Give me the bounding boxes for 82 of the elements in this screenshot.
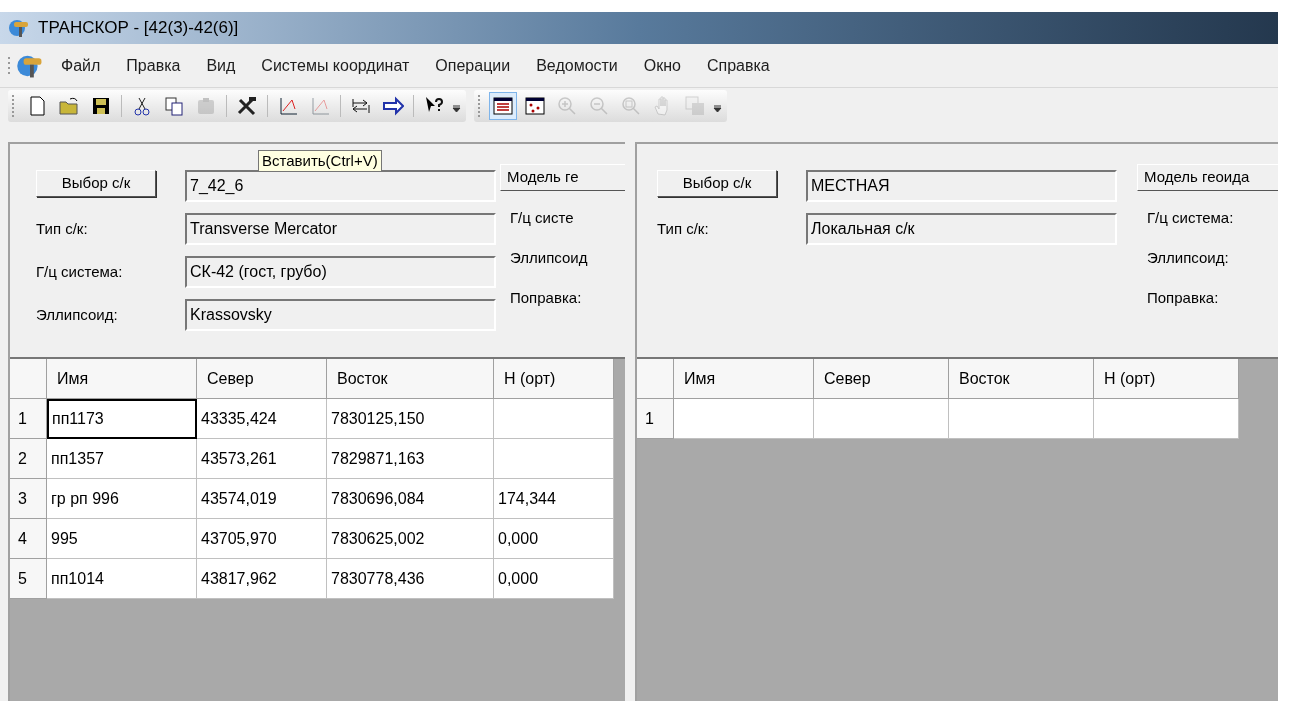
select-button[interactable]: Выбор с/к: [657, 169, 777, 197]
menu-item[interactable]: Системы координат: [248, 53, 423, 78]
table-cell[interactable]: 995: [47, 519, 197, 559]
name-field: 7_42_6: [185, 170, 496, 202]
table-cell[interactable]: 7830696,084: [327, 479, 494, 519]
menu-item[interactable]: Правка: [113, 53, 194, 78]
column-header[interactable]: Имя: [47, 359, 197, 399]
layers-icon: [684, 95, 706, 117]
field-label: Эллипсоид:: [1147, 248, 1230, 268]
field-label: Эллипсоид:: [36, 304, 119, 325]
tooltip: Вставить(Ctrl+V): [258, 150, 382, 172]
row-header[interactable]: 5: [10, 559, 47, 599]
column-header[interactable]: Север: [814, 359, 949, 399]
clipboard-icon: [195, 95, 217, 117]
menu-item[interactable]: Окно: [630, 53, 694, 78]
row-header[interactable]: 3: [10, 479, 47, 519]
row-header[interactable]: 2: [10, 439, 47, 479]
table-cell[interactable]: пп1357: [47, 439, 197, 479]
overflow-chevron-icon[interactable]: [713, 104, 722, 113]
zoom-extent-icon: [620, 95, 642, 117]
window-title: ТРАНСКОР - [42(3)-42(6)]: [38, 17, 239, 40]
column-header[interactable]: Восток: [949, 359, 1094, 399]
table-cell[interactable]: [494, 439, 614, 479]
table-cell[interactable]: 7830778,436: [327, 559, 494, 599]
table-cell[interactable]: 7829871,163: [327, 439, 494, 479]
table-cell[interactable]: [494, 399, 614, 439]
grip-icon: [8, 54, 12, 77]
table-cell[interactable]: 43817,962: [197, 559, 327, 599]
menu-item[interactable]: Справка: [694, 53, 783, 78]
app-icon: [8, 18, 30, 38]
menu-item[interactable]: Вид: [193, 53, 249, 78]
list-view-icon: [492, 95, 514, 117]
overflow-chevron-icon[interactable]: [452, 104, 461, 113]
menu-item[interactable]: Файл: [48, 53, 114, 78]
zoom-out-icon: [588, 95, 610, 117]
table-cell[interactable]: 43573,261: [197, 439, 327, 479]
table-cell[interactable]: [674, 399, 814, 439]
table-cell[interactable]: пп1173: [47, 399, 197, 439]
table-cell[interactable]: пп1014: [47, 559, 197, 599]
field-label: Поправка:: [1147, 288, 1220, 308]
axes-icon: [309, 95, 331, 117]
scissors-icon: [131, 95, 153, 117]
geoid-model-button[interactable]: Модель ге: [500, 164, 625, 191]
table-cell[interactable]: [949, 399, 1094, 439]
geoid-model-button[interactable]: Модель геоида: [1137, 164, 1278, 191]
table-cell[interactable]: 7830125,150: [327, 399, 494, 439]
folder-icon: [58, 95, 80, 117]
field-label: Г/ц систе: [510, 208, 575, 228]
table-cell[interactable]: гр рп 996: [47, 479, 197, 519]
copy-icon: [163, 95, 185, 117]
double-arrow-icon: [382, 95, 404, 117]
column-header[interactable]: H (орт): [494, 359, 614, 399]
select-button[interactable]: Выбор с/к: [36, 169, 156, 197]
axes-icon: [277, 95, 299, 117]
field-label: Поправка:: [510, 288, 583, 308]
toolbar-button[interactable]: [489, 92, 517, 120]
row-header[interactable]: 1: [10, 399, 47, 439]
map-view-icon: [524, 95, 546, 117]
table-cell[interactable]: 0,000: [494, 559, 614, 599]
table-cell[interactable]: 43705,970: [197, 519, 327, 559]
menu-item[interactable]: Ведомости: [523, 53, 631, 78]
menu-item[interactable]: Операции: [422, 53, 524, 78]
table-cell[interactable]: 43574,019: [197, 479, 327, 519]
zoom-in-icon: [556, 95, 578, 117]
table-cell[interactable]: 174,344: [494, 479, 614, 519]
column-header[interactable]: H (орт): [1094, 359, 1239, 399]
field-label: Тип с/к:: [36, 218, 89, 239]
column-header[interactable]: Север: [197, 359, 327, 399]
row-header[interactable]: 1: [637, 399, 674, 439]
table-cell[interactable]: 0,000: [494, 519, 614, 559]
row-header[interactable]: 4: [10, 519, 47, 559]
table-cell[interactable]: [814, 399, 949, 439]
field-label: Тип с/к:: [657, 218, 710, 239]
column-header[interactable]: Имя: [674, 359, 814, 399]
name-field: МЕСТНАЯ: [806, 170, 1117, 202]
field-label: Г/ц система:: [1147, 208, 1234, 228]
field-label: Г/ц система:: [36, 261, 124, 282]
field-label: Эллипсоид: [510, 248, 588, 268]
table-cell[interactable]: 43335,424: [197, 399, 327, 439]
column-header[interactable]: Восток: [327, 359, 494, 399]
table-cell[interactable]: 7830625,002: [327, 519, 494, 559]
table-cell[interactable]: [1094, 399, 1239, 439]
